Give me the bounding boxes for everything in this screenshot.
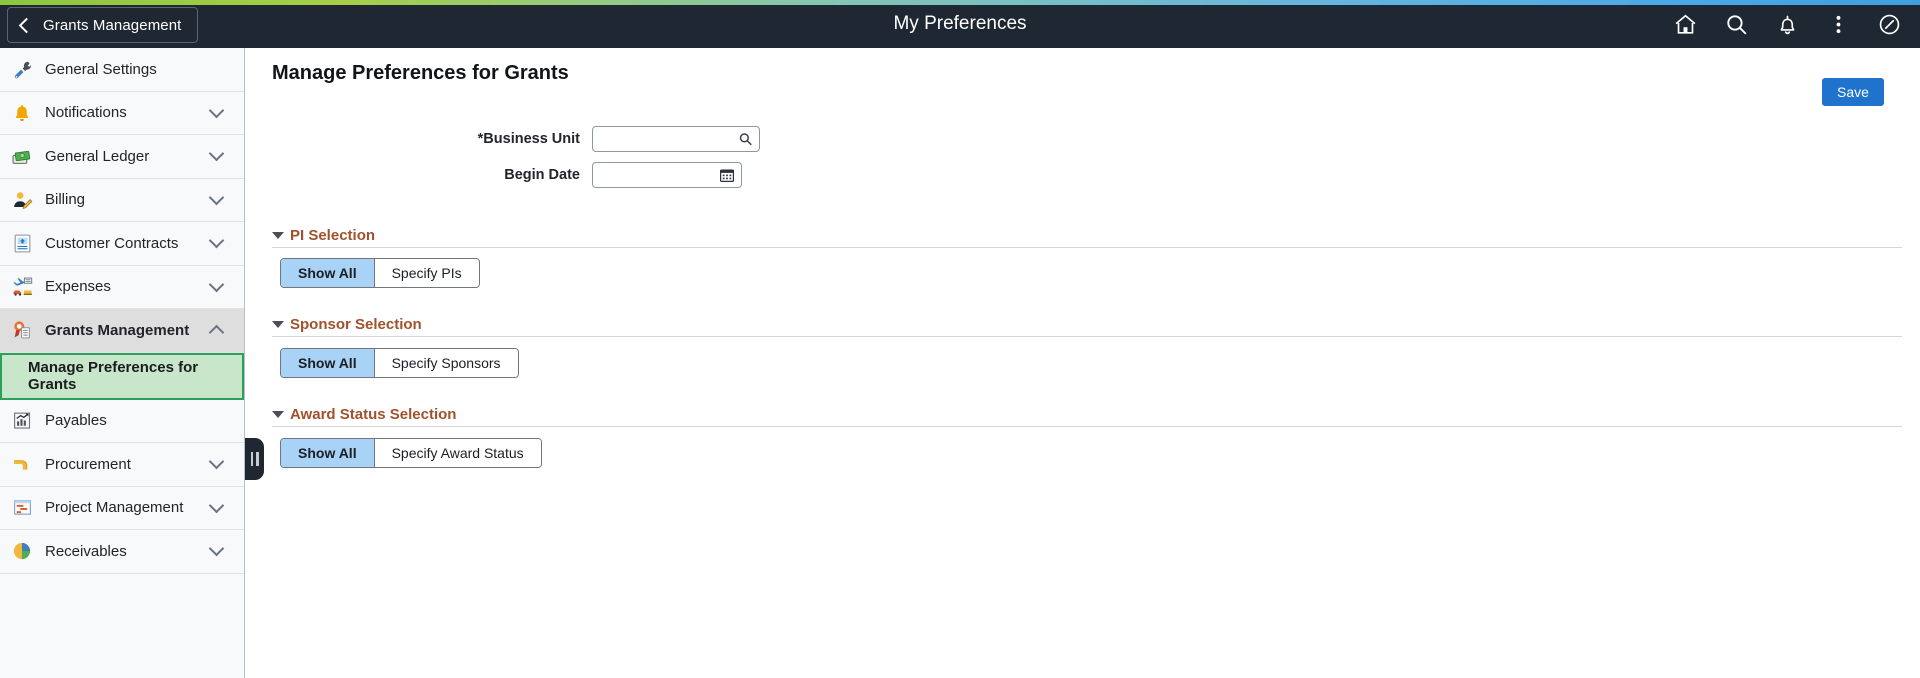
contract-document-icon [10,231,34,255]
receivables-pie-icon [10,539,34,563]
money-icon [10,144,34,168]
handle-bar-right [256,452,259,466]
award-status-toggle-group: Show All Specify Award Status [280,438,542,468]
handle-bar-left [251,452,254,466]
sidebar-item-manage-preferences-for-grants[interactable]: Manage Preferences for Grants [0,353,244,400]
section-header-award-status-selection[interactable]: Award Status Selection [272,406,456,423]
begin-date-row: Begin Date [246,162,742,188]
navigator-compass-icon[interactable] [1877,12,1902,37]
project-gantt-icon [10,496,34,520]
chevron-down-icon [209,541,225,557]
sponsor-specify-button[interactable]: Specify Sponsors [375,349,518,377]
grants-award-icon [10,318,34,342]
payables-chart-icon [10,409,34,433]
pi-show-all-button[interactable]: Show All [281,259,375,287]
section-header-sponsor-selection[interactable]: Sponsor Selection [272,316,422,333]
sidebar-item-project-management[interactable]: Project Management [0,487,244,531]
section-header-pi-selection[interactable]: PI Selection [272,227,375,244]
travel-expense-icon [10,275,34,299]
sidebar-item-label: Project Management [45,499,211,516]
sidebar-item-billing[interactable]: Billing [0,179,244,223]
sidebar-subitem-label: Manage Preferences for Grants [28,359,242,393]
award-status-specify-button[interactable]: Specify Award Status [375,439,541,467]
billing-person-icon [10,188,34,212]
chevron-down-icon [209,146,225,162]
collapse-sidebar-handle[interactable] [245,438,264,480]
section-title: Sponsor Selection [290,316,422,333]
sidebar-item-label: General Settings [45,61,244,78]
business-unit-input-wrap [592,126,760,152]
triangle-down-icon [272,321,284,328]
section-title: PI Selection [290,227,375,244]
navigation-sidebar: General Settings Notifications General L… [0,48,245,678]
section-divider [272,247,1902,248]
notifications-bell-icon[interactable] [1775,12,1800,37]
business-unit-input[interactable] [593,127,759,151]
page-header-title: My Preferences [0,0,1920,48]
sidebar-item-receivables[interactable]: Receivables [0,530,244,574]
sidebar-item-general-ledger[interactable]: General Ledger [0,135,244,179]
sidebar-item-label: Customer Contracts [45,235,211,252]
chevron-down-icon [209,454,225,470]
tools-icon [10,57,34,81]
bell-icon [10,101,34,125]
section-divider [272,426,1902,427]
triangle-down-icon [272,232,284,239]
triangle-down-icon [272,411,284,418]
chevron-down-icon [209,276,225,292]
sidebar-item-label: General Ledger [45,148,211,165]
sidebar-item-label: Billing [45,191,211,208]
brand-gradient-strip [0,0,1920,5]
sidebar-item-label: Procurement [45,456,211,473]
chevron-left-icon [19,17,35,33]
award-status-show-all-button[interactable]: Show All [281,439,375,467]
sponsor-selection-toggle-group: Show All Specify Sponsors [280,348,519,378]
pi-selection-toggle-group: Show All Specify PIs [280,258,480,288]
sidebar-item-label: Notifications [45,104,211,121]
search-icon[interactable] [1724,12,1749,37]
chevron-down-icon [209,189,225,205]
back-button-label: Grants Management [43,17,181,34]
main-content: Manage Preferences for Grants Save *Busi… [246,48,1920,678]
calendar-icon[interactable] [719,167,735,183]
back-to-grants-management-button[interactable]: Grants Management [7,7,198,43]
more-options-icon[interactable] [1826,12,1851,37]
chevron-up-icon [209,324,225,340]
procurement-icon [10,452,34,476]
pi-specify-button[interactable]: Specify PIs [375,259,479,287]
sidebar-item-procurement[interactable]: Procurement [0,443,244,487]
home-icon[interactable] [1673,12,1698,37]
app-header: My Preferences Grants Management [0,0,1920,48]
sidebar-item-label: Payables [45,412,244,429]
save-button[interactable]: Save [1822,78,1884,106]
sidebar-item-label: Expenses [45,278,211,295]
chevron-down-icon [209,233,225,249]
chevron-down-icon [209,102,225,118]
page-title: Manage Preferences for Grants [272,62,569,85]
begin-date-input-wrap [592,162,742,188]
sidebar-item-customer-contracts[interactable]: Customer Contracts [0,222,244,266]
sidebar-item-expenses[interactable]: Expenses [0,266,244,310]
sidebar-item-label: Grants Management [45,322,211,339]
sidebar-item-general-settings[interactable]: General Settings [0,48,244,92]
chevron-down-icon [209,497,225,513]
sidebar-item-notifications[interactable]: Notifications [0,92,244,136]
section-divider [272,336,1902,337]
business-unit-row: *Business Unit [246,126,760,152]
lookup-search-icon[interactable] [738,132,753,147]
begin-date-label: Begin Date [246,167,592,183]
business-unit-label: *Business Unit [246,131,592,147]
sidebar-item-payables[interactable]: Payables [0,400,244,444]
sidebar-item-grants-management[interactable]: Grants Management [0,309,244,353]
section-title: Award Status Selection [290,406,456,423]
header-icon-group [1673,0,1902,48]
sponsor-show-all-button[interactable]: Show All [281,349,375,377]
sidebar-item-label: Receivables [45,543,211,560]
